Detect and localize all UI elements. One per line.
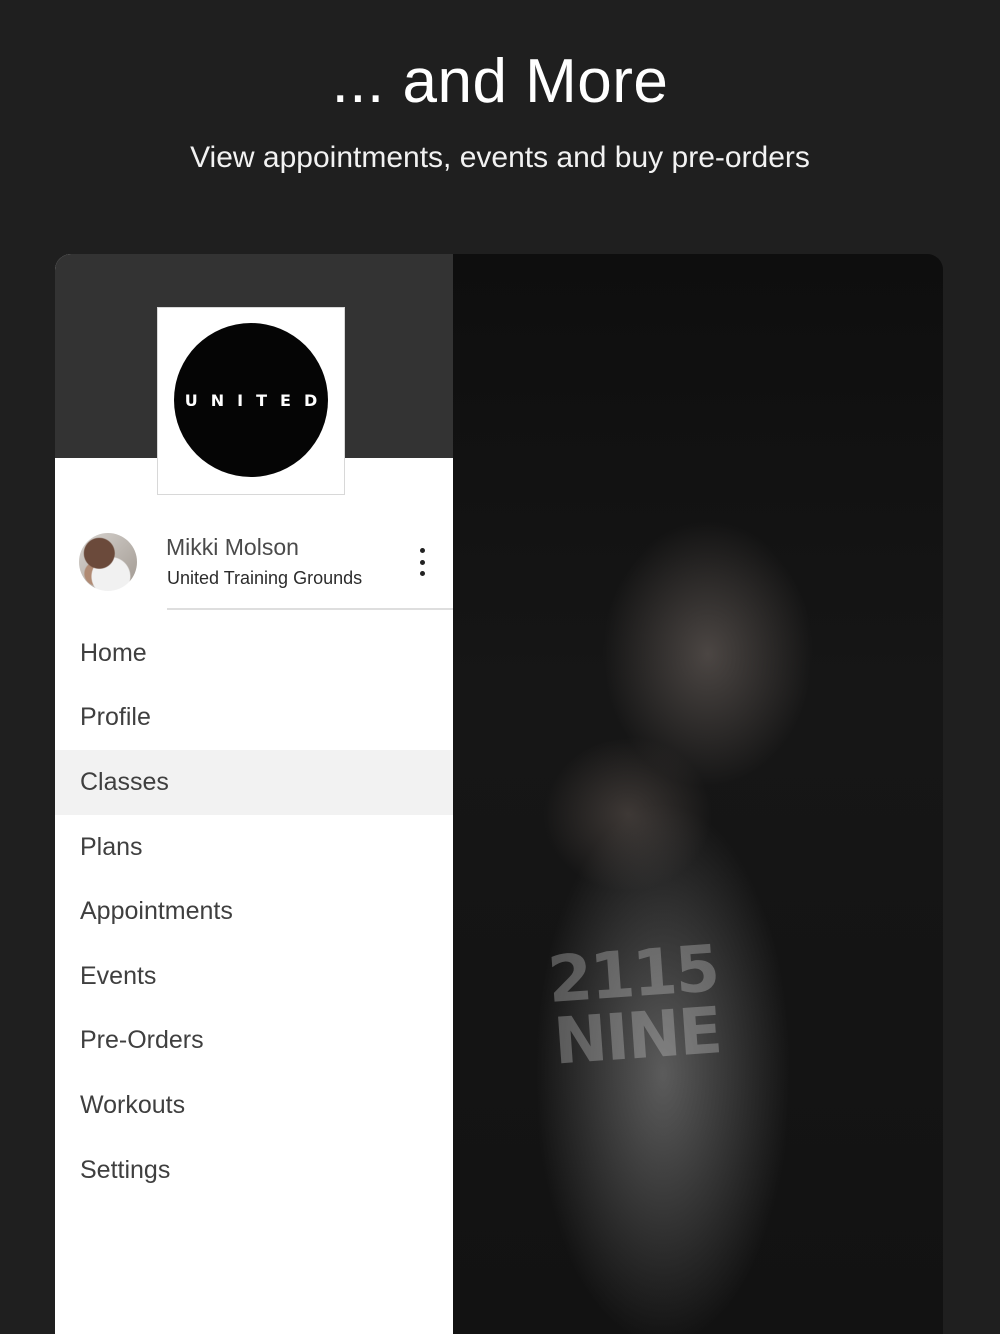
gym-logo: UNITED [174,323,328,477]
page: ... and More View appointments, events a… [0,0,1000,1334]
menu-item-workouts[interactable]: Workouts [55,1073,453,1138]
menu-item-profile[interactable]: Profile [55,686,453,751]
page-subtitle: View appointments, events and buy pre-or… [190,141,810,174]
avatar[interactable] [79,533,137,591]
user-name: Mikki Molson [166,534,299,560]
user-gym-name: United Training Grounds [167,568,363,588]
menu-item-events[interactable]: Events [55,944,453,1009]
menu-item-classes[interactable]: Classes [55,750,453,815]
device-screen: 2115 NINE UNITED Mikki Molson United Tra… [55,254,943,1334]
more-vertical-icon[interactable] [411,548,433,576]
menu-item-appointments[interactable]: Appointments [55,879,453,944]
user-divider [167,608,453,610]
drawer-menu: Home Profile Classes Plans Appointments … [55,621,453,1202]
menu-item-plans[interactable]: Plans [55,815,453,880]
shirt-print-text: 2115 NINE [545,932,723,1080]
background-photo: 2115 NINE [453,254,943,1334]
menu-item-pre-orders[interactable]: Pre-Orders [55,1009,453,1074]
menu-item-settings[interactable]: Settings [55,1138,453,1203]
gym-logo-card: UNITED [157,307,345,495]
gym-logo-text: UNITED [184,390,331,410]
navigation-drawer: UNITED Mikki Molson United Training Grou… [55,254,453,1334]
page-title: ... and More [331,47,669,116]
menu-item-home[interactable]: Home [55,621,453,686]
user-account-row[interactable]: Mikki Molson United Training Grounds [55,526,453,610]
